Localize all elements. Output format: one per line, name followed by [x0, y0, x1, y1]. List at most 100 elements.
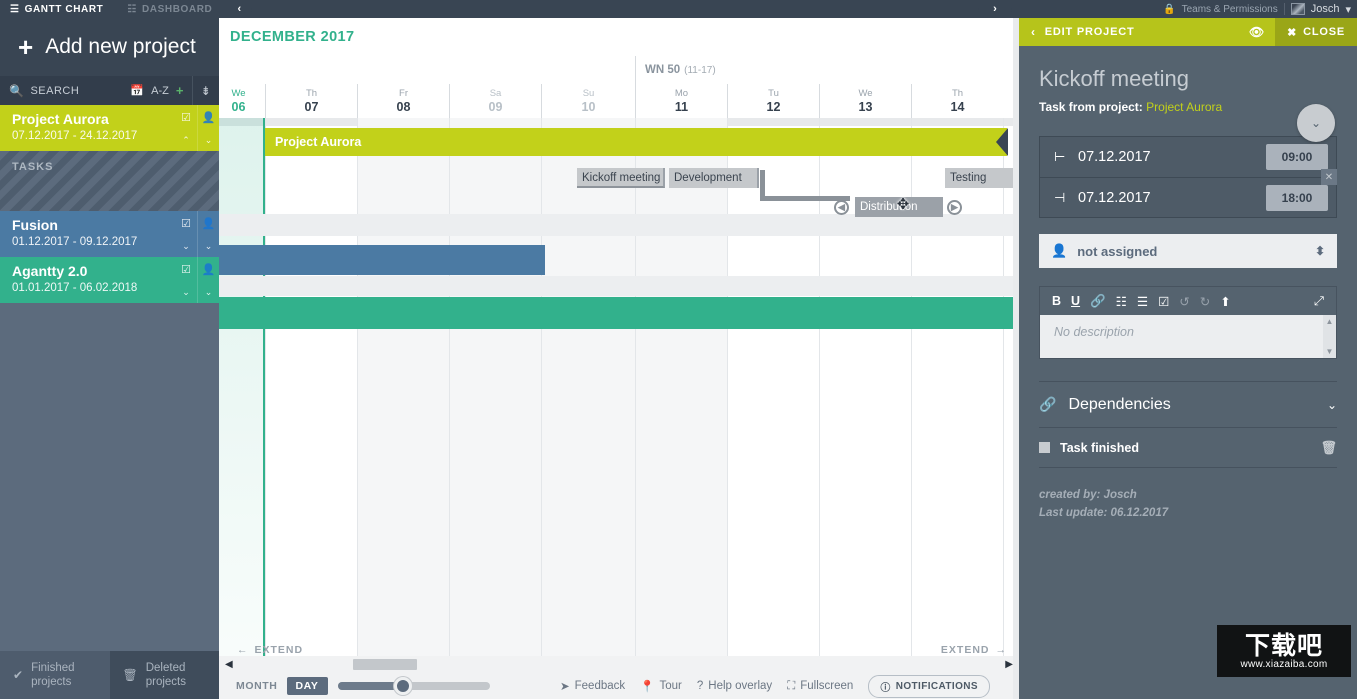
underline-icon[interactable]: U	[1071, 294, 1080, 308]
task-finished-row[interactable]: Task finished 🗑	[1039, 428, 1337, 468]
sort-icon[interactable]: ⇟	[193, 76, 219, 105]
day-column-header-08[interactable]: Fr 08	[357, 84, 449, 118]
task-finished-checkbox[interactable]	[1039, 442, 1050, 453]
gantt-project-band-agantty-2-0[interactable]	[219, 297, 1014, 329]
trash-icon[interactable]: 🗑	[1320, 440, 1337, 456]
checklist-icon[interactable]: ☑	[1158, 294, 1169, 309]
end-date-row[interactable]: ⊣ 07.12.2017 18:00	[1040, 177, 1336, 217]
start-date-row[interactable]: ⊢ 07.12.2017 09:00	[1040, 137, 1336, 177]
chevron-up-icon[interactable]: ⌃	[182, 135, 190, 146]
scroll-left-icon[interactable]: ◀	[219, 659, 233, 670]
task-resize-handle-right[interactable]: ▶	[947, 200, 962, 215]
sort-az-button[interactable]: A-Z	[151, 85, 169, 97]
editor-scrollbar[interactable]: ▲ ▼	[1323, 315, 1336, 358]
gantt-project-band-project-aurora[interactable]: Project Aurora	[265, 128, 1008, 156]
panel-mini-close-button[interactable]: ✕	[1321, 169, 1337, 185]
upload-icon[interactable]: ⬆	[1220, 294, 1230, 309]
sidebar-project-agantty-2-0[interactable]: Agantty 2.0 01.01.2017 - 06.02.2018 ☑ ⌄ …	[0, 257, 219, 303]
scroll-right-icon[interactable]: ▶	[1005, 659, 1013, 670]
project-person-column[interactable]: 👤 ⌄	[197, 105, 219, 151]
chevron-down-icon[interactable]: ⌄	[205, 135, 213, 146]
day-column-header-13[interactable]: We 13	[819, 84, 911, 118]
dependencies-section-header[interactable]: 🔗 Dependencies ⌄	[1039, 382, 1337, 428]
zoom-month-button[interactable]: MONTH	[227, 677, 287, 695]
user-menu-label[interactable]: Josch	[1311, 3, 1340, 15]
tour-button[interactable]: 📍 Tour	[640, 679, 682, 693]
day-column-header-11[interactable]: Mo 11	[635, 84, 727, 118]
expand-icon[interactable]: ⤢	[1314, 294, 1324, 309]
person-icon[interactable]: 👤	[202, 111, 216, 124]
checkbox-icon[interactable]: ☑	[181, 217, 191, 230]
person-icon[interactable]: 👤	[202, 217, 216, 230]
panel-collapse-button[interactable]: ⌄	[1297, 104, 1335, 142]
day-column-header-06[interactable]: We 06	[219, 84, 265, 118]
eye-icon[interactable]: 👁	[1239, 25, 1275, 39]
chevron-down-icon[interactable]: ⌄	[205, 287, 213, 298]
chevron-down-icon[interactable]: ▾	[1345, 3, 1351, 16]
assignee-select[interactable]: 👤 not assigned ⬍	[1039, 234, 1337, 268]
undo-icon[interactable]: ↺	[1179, 294, 1189, 309]
zoom-day-button[interactable]: DAY	[286, 677, 328, 695]
help-overlay-button[interactable]: ? Help overlay	[697, 680, 772, 692]
gantt-task-development[interactable]: Development	[669, 168, 759, 188]
project-check-column[interactable]: ☑ ⌄	[175, 257, 197, 303]
checkbox-icon[interactable]: ☑	[181, 111, 191, 124]
collapse-left-button[interactable]: ‹	[226, 0, 253, 18]
notifications-button[interactable]: ⓘ NOTIFICATIONS	[868, 674, 990, 698]
gantt-project-band-fusion[interactable]	[219, 245, 545, 275]
start-date-value[interactable]: 07.12.2017	[1078, 149, 1266, 165]
project-link[interactable]: Project Aurora	[1146, 100, 1222, 114]
description-textarea[interactable]: No description ▲ ▼	[1040, 315, 1336, 358]
ordered-list-icon[interactable]: ☷	[1116, 294, 1127, 309]
day-column-header-12[interactable]: Tu 12	[727, 84, 819, 118]
feedback-button[interactable]: ➤ Feedback	[560, 679, 625, 693]
chevron-down-icon[interactable]: ⌄	[205, 241, 213, 252]
zoom-slider-knob[interactable]	[393, 677, 412, 695]
back-icon[interactable]: ‹	[1019, 25, 1045, 39]
add-new-project-button[interactable]: + Add new project	[0, 18, 219, 76]
add-icon[interactable]: +	[176, 83, 184, 98]
link-icon[interactable]: 🔗	[1090, 294, 1106, 309]
zoom-slider[interactable]	[337, 677, 490, 695]
project-check-column[interactable]: ☑ ⌃	[175, 105, 197, 151]
gantt-task-distribution[interactable]: Testing	[945, 168, 1019, 188]
close-button[interactable]: ✖ CLOSE	[1275, 18, 1357, 46]
unordered-list-icon[interactable]: ☰	[1137, 294, 1148, 309]
day-column-header-14[interactable]: Th 14	[911, 84, 1003, 118]
fullscreen-button[interactable]: ⛶ Fullscreen	[787, 680, 853, 693]
horizontal-scrollbar[interactable]: ◀ ▶	[219, 656, 1019, 673]
extend-left-button[interactable]: ← EXTEND	[237, 644, 303, 656]
person-icon[interactable]: 👤	[202, 263, 216, 276]
redo-icon[interactable]: ↻	[1200, 294, 1210, 309]
tab-gantt-chart[interactable]: ☰ GANTT CHART	[0, 0, 117, 18]
day-column-header-07[interactable]: Th 07	[265, 84, 357, 118]
project-person-column[interactable]: 👤 ⌄	[197, 211, 219, 257]
extend-right-button[interactable]: EXTEND →	[941, 644, 1007, 656]
day-column-header-10[interactable]: Su 10	[541, 84, 635, 118]
expand-right-button[interactable]: ›	[978, 0, 1012, 18]
project-person-column[interactable]: 👤 ⌄	[197, 257, 219, 303]
checkbox-icon[interactable]: ☑	[181, 263, 191, 276]
sidebar-project-fusion[interactable]: Fusion 01.12.2017 - 09.12.2017 ☑ ⌄ 👤 ⌄	[0, 211, 219, 257]
search-input[interactable]: SEARCH	[30, 85, 130, 97]
end-time-value[interactable]: 18:00	[1266, 184, 1328, 211]
finished-projects-button[interactable]: ✔ Finished projects	[0, 651, 110, 699]
tab-dashboard[interactable]: ☷ DASHBOARD	[117, 0, 226, 18]
deleted-projects-button[interactable]: 🗑 Deleted projects	[109, 651, 219, 699]
search-icon[interactable]: 🔍	[0, 84, 30, 98]
sidebar-project-project-aurora[interactable]: Project Aurora 07.12.2017 - 24.12.2017 ☑…	[0, 105, 219, 151]
gantt-task-kickoff-meeting[interactable]: Kickoff meeting	[577, 168, 665, 188]
project-check-column[interactable]: ☑ ⌄	[175, 211, 197, 257]
scroll-up-icon[interactable]: ▲	[1326, 317, 1334, 326]
chevron-down-icon[interactable]: ⌄	[182, 241, 190, 252]
start-time-value[interactable]: 09:00	[1266, 144, 1328, 170]
scroll-down-icon[interactable]: ▼	[1326, 347, 1334, 356]
bold-icon[interactable]: B	[1052, 294, 1061, 308]
teams-permissions-link[interactable]: Teams & Permissions	[1182, 4, 1278, 15]
task-resize-handle-left[interactable]: ◀	[834, 200, 849, 215]
end-date-value[interactable]: 07.12.2017	[1078, 190, 1266, 206]
day-column-header-09[interactable]: Sa 09	[449, 84, 541, 118]
calendar-icon[interactable]: 📅	[130, 84, 144, 97]
chevron-down-icon[interactable]: ⌄	[182, 287, 190, 298]
scrollbar-thumb[interactable]	[353, 659, 417, 670]
